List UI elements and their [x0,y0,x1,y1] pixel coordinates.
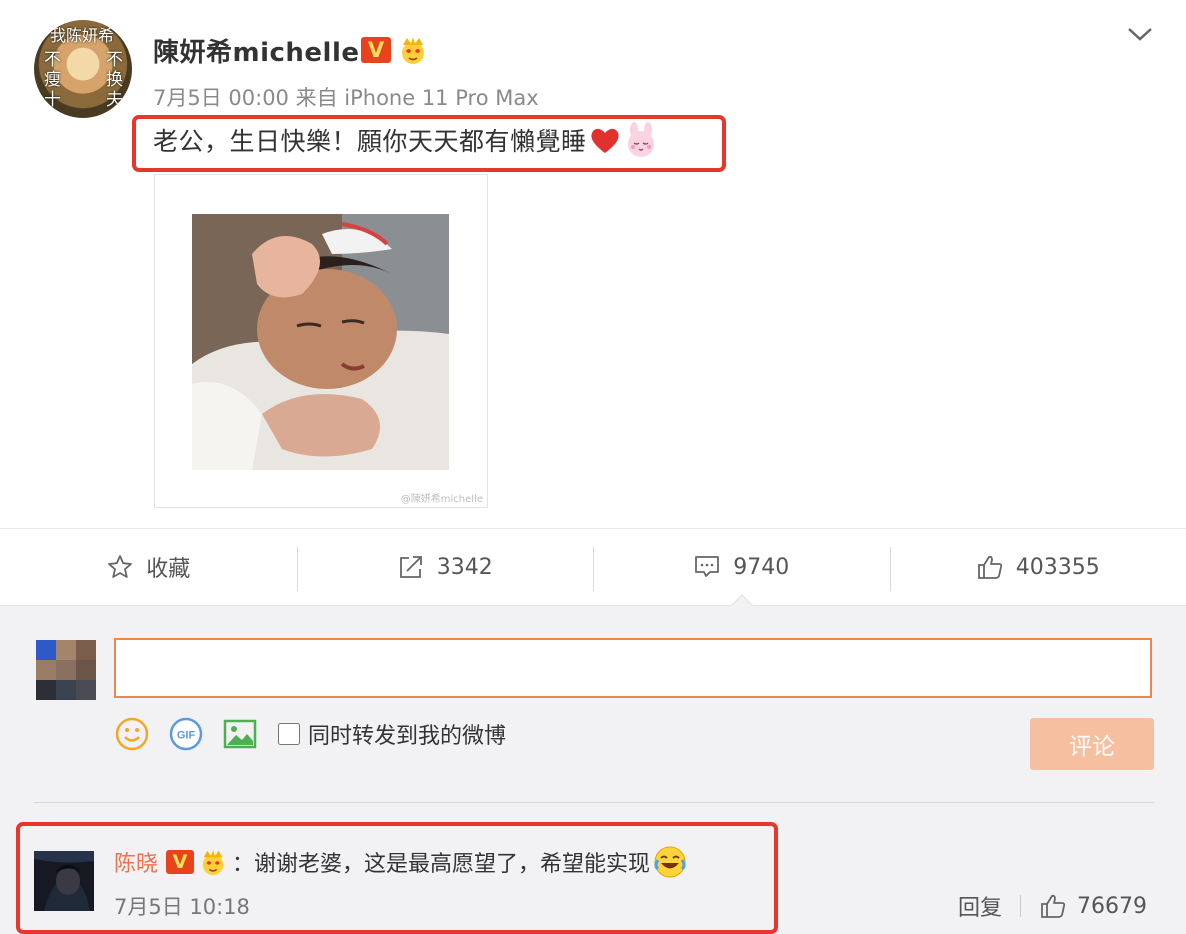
repost-count: 3342 [436,554,493,580]
repost-to-weibo-option[interactable]: 同时转发到我的微博 [278,718,506,750]
share-icon [399,556,422,578]
comment-count: 9740 [733,554,790,580]
repost-button[interactable]: 3342 [296,529,594,605]
avatar-text: 不 [44,50,61,70]
separator [1020,895,1022,917]
gif-label: GIF [177,730,196,742]
image-upload-icon[interactable] [222,716,258,752]
commenter-photo [34,851,94,911]
emoji-smile-icon[interactable] [114,716,150,752]
thumbs-up-icon [977,555,1002,579]
post-photo[interactable] [192,214,449,470]
post-text: 老公，生日快樂！願你天天都有懶覺睡 [153,127,587,156]
sleeping-man-photo [192,214,449,470]
avatar-text: 瘦 [44,70,61,90]
submit-comment-button[interactable]: 评论 [1030,718,1154,770]
post-action-bar: 收藏 3342 9740 403355 [0,528,1186,606]
comment-text: ：谢谢老婆，这是最高愿望了，希望能实现 [232,852,651,877]
author-badges: V [361,35,429,65]
post-content: 老公，生日快樂！願你天天都有懶覺睡 [153,122,659,158]
avatar-text: 我陈妍希 [50,26,115,45]
comment-actions: 回复 76679 [958,890,1147,922]
photo-watermark: @陳妍希michelle [400,494,483,505]
composer-tools: GIF 同时转发到我的微博 [114,716,506,752]
repost-checkbox-label: 同时转发到我的微博 [308,724,507,749]
avatar-text: 夫 [106,90,123,110]
reply-button[interactable]: 回复 [958,890,1002,922]
comment-line: 陈晓 V ：谢谢老婆，这是最高愿望了，希望能实现 [114,844,688,880]
laugh-cry-emoji-icon [654,846,686,878]
vip-crown-icon[interactable] [198,848,228,876]
favorite-label: 收藏 [146,557,191,582]
comment-icon [695,556,720,577]
post-image-frame[interactable]: @陳妍希michelle [154,174,488,508]
like-count: 403355 [1015,554,1100,580]
thumbs-up-icon[interactable] [1039,892,1067,920]
chevron-down-icon[interactable] [1126,24,1154,44]
post-meta: 7月5日 00:00 来自 iPhone 11 Pro Max [153,86,539,110]
commenter-avatar[interactable] [34,851,94,911]
heart-emoji-icon [590,128,619,153]
vip-crown-icon[interactable] [397,35,429,65]
bunny-emoji-icon [627,122,654,157]
comment-input[interactable] [114,638,1152,698]
divider [34,802,1154,803]
author-name[interactable]: 陳妍希michelle [153,32,360,69]
avatar-text: 不 [106,50,123,70]
repost-checkbox[interactable] [278,723,300,745]
current-user-avatar[interactable] [36,640,96,700]
commenter-name[interactable]: 陈晓 [114,846,158,878]
comment-like-count: 76679 [1077,893,1148,919]
gif-icon[interactable]: GIF [168,716,204,752]
author-avatar[interactable]: 我陈妍希 不 瘦 十 不 换 夫 [34,20,132,118]
verified-v-icon[interactable]: V [361,37,391,63]
star-icon [108,555,133,578]
like-button[interactable]: 403355 [889,529,1186,605]
verified-v-icon[interactable]: V [166,850,195,874]
commenter-badges: V [166,848,228,876]
avatar-text: 换 [106,70,123,90]
comment-section: GIF 同时转发到我的微博 评论 陈晓 V ：谢谢老婆，这是最高愿望了，希望能实… [0,606,1186,934]
weibo-post: 我陈妍希 不 瘦 十 不 换 夫 陳妍希michelle V 7月5日 00:0… [0,0,1186,528]
comment-time: 7月5日 10:18 [114,895,250,919]
favorite-button[interactable]: 收藏 [0,529,297,605]
avatar-text: 十 [44,90,61,110]
